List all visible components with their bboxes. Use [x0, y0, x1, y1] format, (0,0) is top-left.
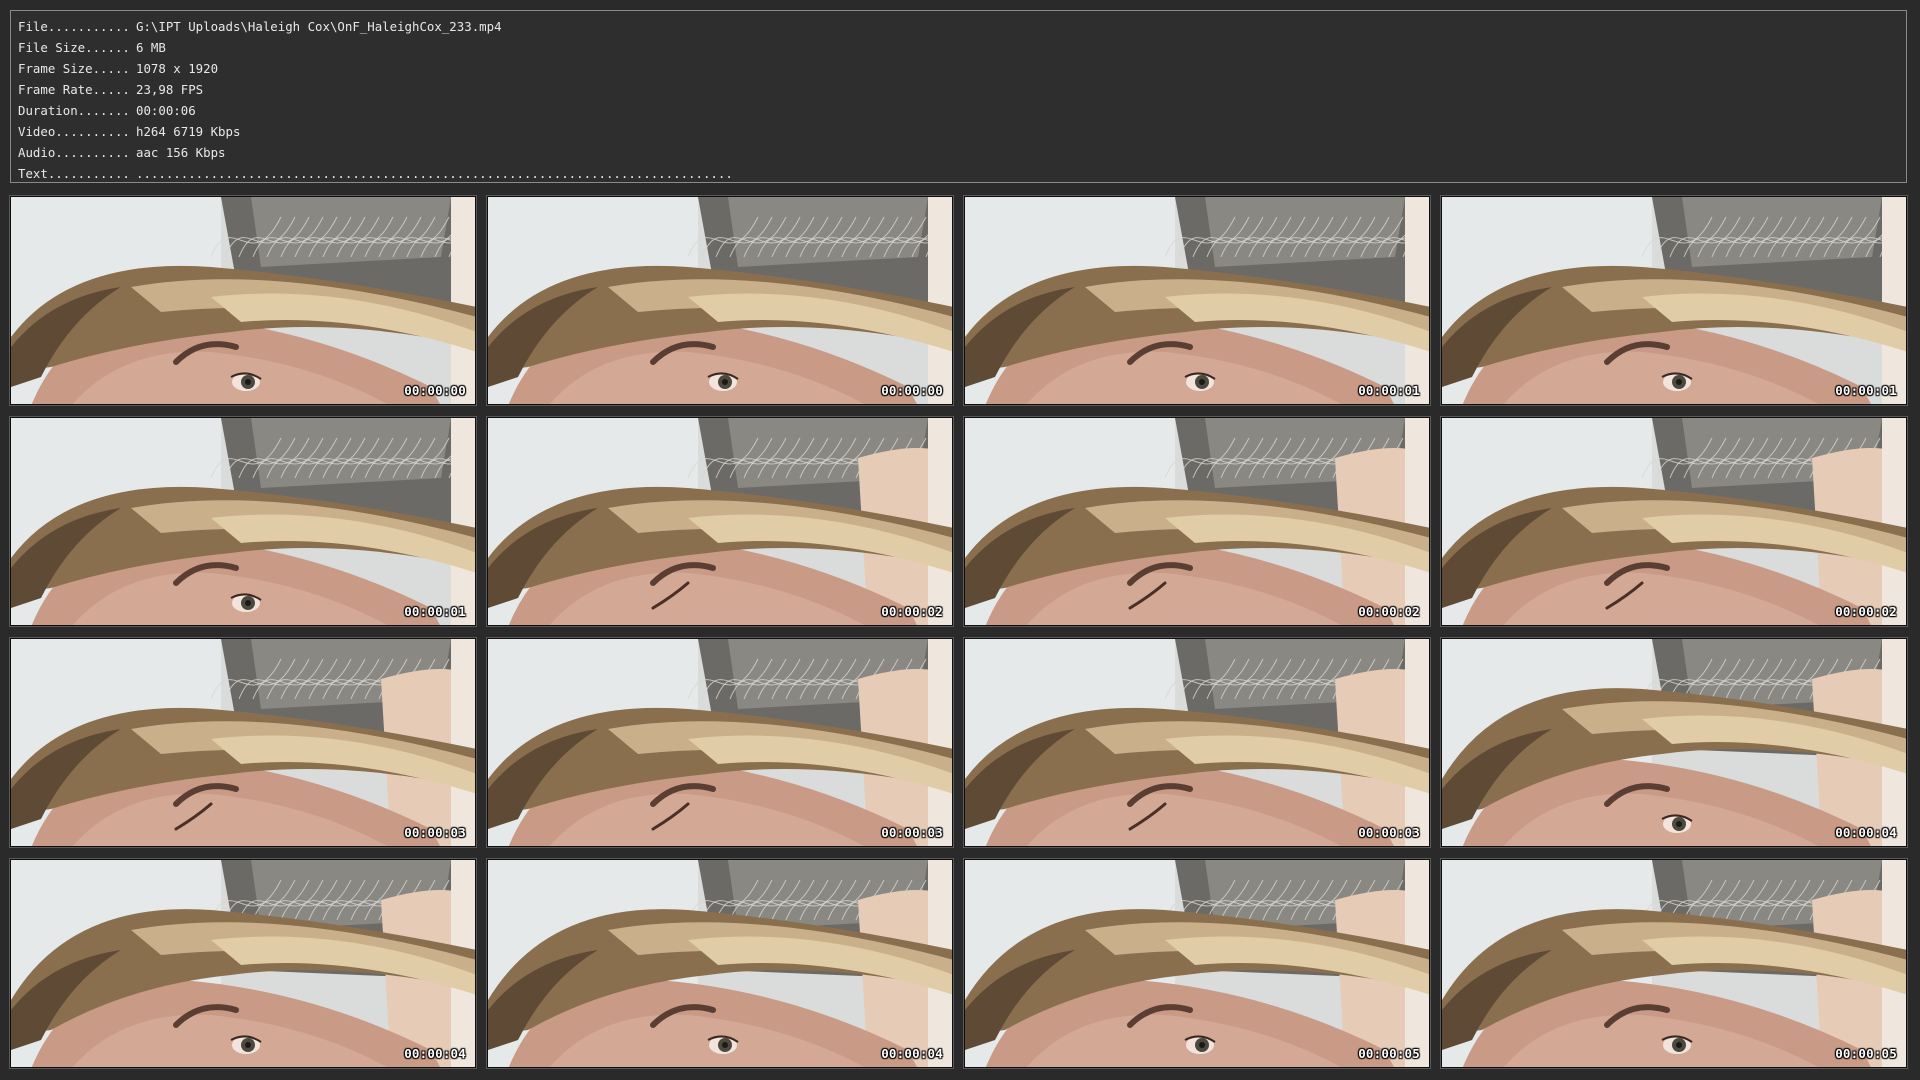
thumbnail-timestamp: 00:00:05 [1835, 1046, 1897, 1061]
video-thumbnail: 00:00:01 [963, 195, 1431, 406]
info-key: Audio.......... [18, 145, 130, 160]
video-thumbnail: 00:00:05 [1440, 858, 1908, 1069]
thumbnail-timestamp: 00:00:03 [1358, 825, 1420, 840]
info-row: Frame Rate..... 23,98 FPS [18, 79, 1906, 100]
thumbnail-timestamp: 00:00:04 [404, 1046, 466, 1061]
info-value: 6 MB [136, 40, 166, 55]
info-key: File........... [18, 19, 130, 34]
video-thumbnail: 00:00:01 [1440, 195, 1908, 406]
video-thumbnail: 00:00:03 [486, 637, 954, 848]
thumbnail-timestamp: 00:00:01 [1835, 383, 1897, 398]
info-row: File Size...... 6 MB [18, 37, 1906, 58]
media-info-panel: File........... G:\IPT Uploads\Haleigh Co… [10, 10, 1907, 183]
info-row: Video.......... h264 6719 Kbps [18, 121, 1906, 142]
thumbnail-timestamp: 00:00:00 [404, 383, 466, 398]
video-thumbnail: 00:00:03 [963, 637, 1431, 848]
thumbnail-timestamp: 00:00:01 [1358, 383, 1420, 398]
video-thumbnail: 00:00:00 [486, 195, 954, 406]
info-value: G:\IPT Uploads\Haleigh Cox\OnF_HaleighCo… [136, 19, 502, 34]
info-value: ........................................… [136, 166, 733, 181]
thumbnail-timestamp: 00:00:02 [1835, 604, 1897, 619]
info-value: h264 6719 Kbps [136, 124, 241, 139]
info-key: Video.......... [18, 124, 130, 139]
thumbnail-timestamp: 00:00:01 [404, 604, 466, 619]
contact-sheet: File........... G:\IPT Uploads\Haleigh Co… [0, 0, 1920, 1080]
thumbnail-timestamp: 00:00:03 [881, 825, 943, 840]
info-key: Duration....... [18, 103, 130, 118]
info-row: Text....................................… [18, 163, 1906, 184]
thumbnail-timestamp: 00:00:02 [881, 604, 943, 619]
thumbnail-timestamp: 00:00:04 [1835, 825, 1897, 840]
video-thumbnail: 00:00:02 [1440, 416, 1908, 627]
video-thumbnail: 00:00:05 [963, 858, 1431, 1069]
info-key: Frame Rate..... [18, 82, 130, 97]
thumbnail-timestamp: 00:00:04 [881, 1046, 943, 1061]
video-thumbnail: 00:00:00 [9, 195, 477, 406]
thumbnail-timestamp: 00:00:00 [881, 383, 943, 398]
thumbnail-timestamp: 00:00:03 [404, 825, 466, 840]
info-value: 23,98 FPS [136, 82, 204, 97]
info-key: Text........... [18, 166, 130, 181]
video-thumbnail: 00:00:02 [963, 416, 1431, 627]
info-key: Frame Size..... [18, 61, 130, 76]
info-row: Frame Size..... 1078 x 1920 [18, 58, 1906, 79]
info-value: aac 156 Kbps [136, 145, 226, 160]
info-row: Duration....... 00:00:06 [18, 100, 1906, 121]
video-thumbnail: 00:00:04 [9, 858, 477, 1069]
video-thumbnail: 00:00:01 [9, 416, 477, 627]
info-row: File........... G:\IPT Uploads\Haleigh Co… [18, 16, 1906, 37]
info-value: 1078 x 1920 [136, 61, 219, 76]
info-key: File Size...... [18, 40, 130, 55]
thumbnail-grid: 00:00:00 00:00:00 00:00:01 00:00:01 00:00:01… [9, 195, 1910, 1070]
video-thumbnail: 00:00:03 [9, 637, 477, 848]
thumbnail-timestamp: 00:00:05 [1358, 1046, 1420, 1061]
video-thumbnail: 00:00:02 [486, 416, 954, 627]
video-thumbnail: 00:00:04 [486, 858, 954, 1069]
video-thumbnail: 00:00:04 [1440, 637, 1908, 848]
thumbnail-timestamp: 00:00:02 [1358, 604, 1420, 619]
info-row: Audio.......... aac 156 Kbps [18, 142, 1906, 163]
info-value: 00:00:06 [136, 103, 196, 118]
